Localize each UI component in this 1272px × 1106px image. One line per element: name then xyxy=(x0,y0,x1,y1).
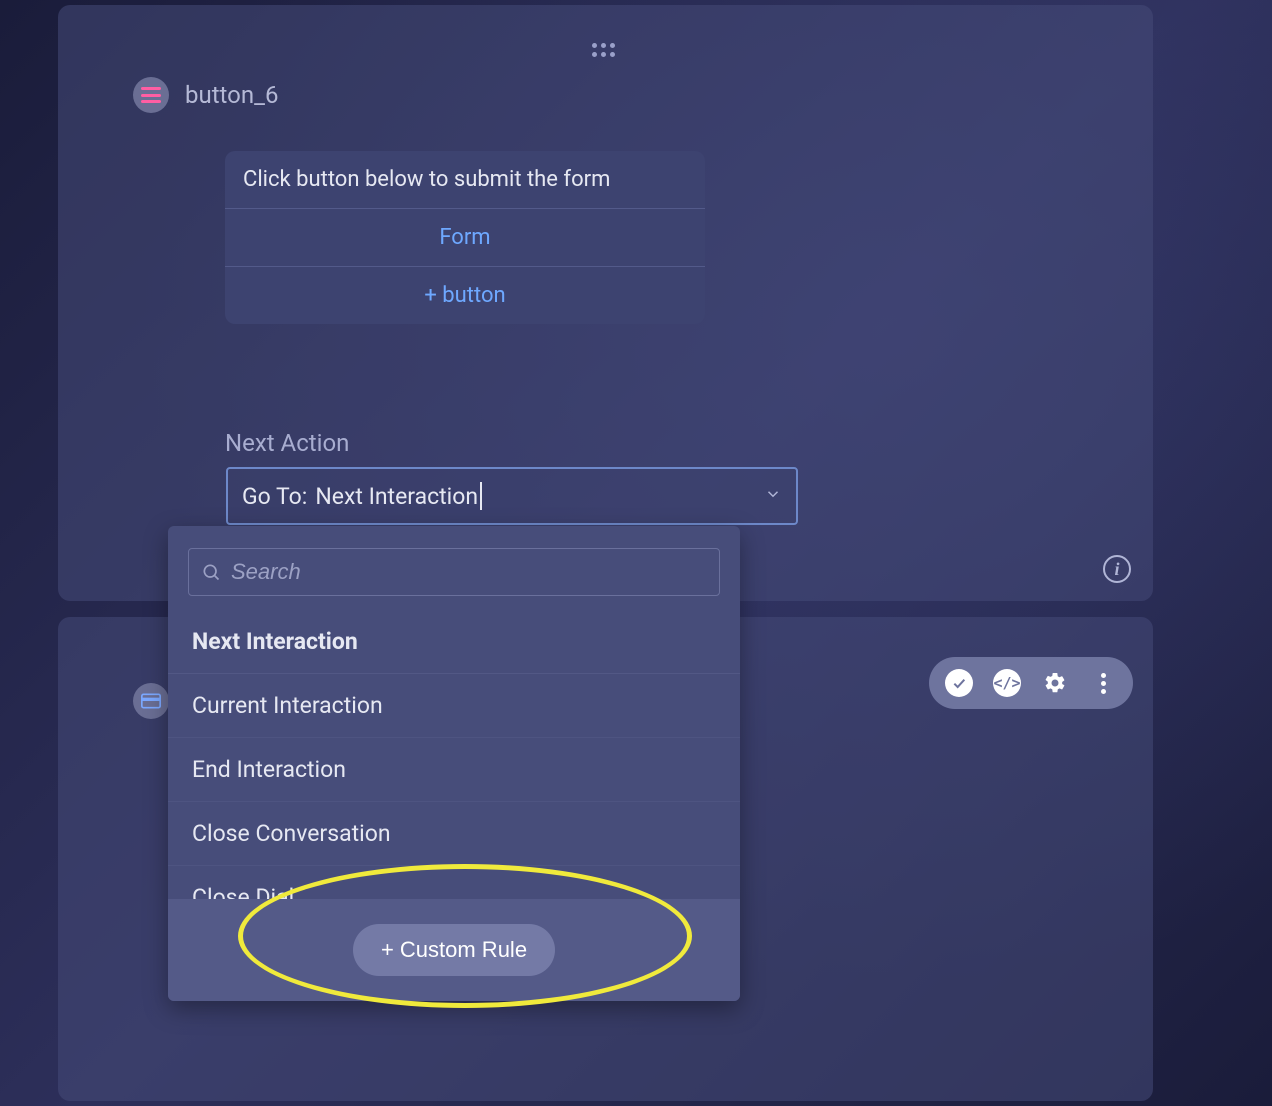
more-menu-button[interactable] xyxy=(1089,669,1117,697)
node-header: button_6 xyxy=(133,77,278,113)
text-cursor xyxy=(480,482,482,510)
dropdown-option-close-conversation[interactable]: Close Conversation xyxy=(168,802,740,866)
prompt-text: Click button below to submit the form xyxy=(243,167,687,192)
form-link-row[interactable]: Form xyxy=(225,209,705,267)
button-config-panel: Click button below to submit the form Fo… xyxy=(225,151,705,324)
code-button[interactable]: </> xyxy=(993,669,1021,697)
chevron-down-icon xyxy=(764,485,782,507)
node-toolbar: </> xyxy=(929,657,1133,709)
search-icon xyxy=(201,562,221,582)
goto-prefix: Go To: xyxy=(242,483,307,510)
drag-handle-icon[interactable] xyxy=(592,43,620,61)
dropdown-option-end-interaction[interactable]: End Interaction xyxy=(168,738,740,802)
settings-button[interactable] xyxy=(1041,669,1069,697)
form-link[interactable]: Form xyxy=(243,225,687,250)
search-input[interactable] xyxy=(231,559,707,585)
node-card-button6: button_6 Click button below to submit th… xyxy=(58,5,1153,601)
prompt-row[interactable]: Click button below to submit the form xyxy=(225,151,705,209)
add-button-link[interactable]: + button xyxy=(243,283,687,308)
goto-dropdown: Next Interaction Current Interaction End… xyxy=(168,526,740,1001)
form-lines-icon xyxy=(133,77,169,113)
goto-select[interactable]: Go To: Next Interaction xyxy=(226,467,798,525)
validate-button[interactable] xyxy=(945,669,973,697)
card-icon xyxy=(133,683,169,719)
dropdown-option-next-interaction[interactable]: Next Interaction xyxy=(168,610,740,674)
more-vertical-icon xyxy=(1101,673,1106,694)
node-title: button_6 xyxy=(185,81,278,109)
next-action-label: Next Action xyxy=(225,429,349,457)
dropdown-footer: + Custom Rule xyxy=(168,899,740,1001)
goto-value: Next Interaction xyxy=(315,483,478,510)
add-button-row[interactable]: + button xyxy=(225,267,705,324)
custom-rule-button[interactable]: + Custom Rule xyxy=(353,924,555,976)
dropdown-search xyxy=(188,548,720,596)
dropdown-option-current-interaction[interactable]: Current Interaction xyxy=(168,674,740,738)
info-icon[interactable]: i xyxy=(1103,555,1131,583)
